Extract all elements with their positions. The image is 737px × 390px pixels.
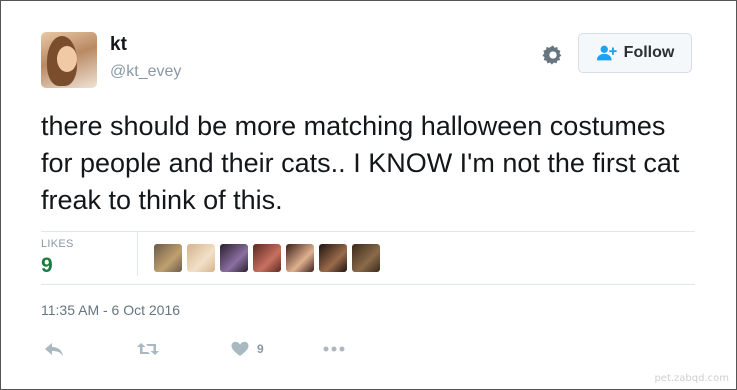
liker-avatar[interactable] bbox=[154, 244, 182, 272]
retweet-button[interactable] bbox=[136, 338, 160, 360]
divider bbox=[41, 284, 695, 285]
more-button[interactable] bbox=[323, 338, 345, 360]
watermark: pet.zabqd.com bbox=[654, 373, 729, 384]
stats-divider bbox=[137, 232, 138, 276]
more-icon bbox=[323, 346, 345, 352]
timestamp[interactable]: 11:35 AM - 6 Oct 2016 bbox=[41, 302, 180, 318]
follow-label: Follow bbox=[623, 44, 675, 61]
divider bbox=[41, 231, 695, 232]
liker-avatar[interactable] bbox=[319, 244, 347, 272]
likes-count[interactable]: 9 bbox=[41, 254, 53, 278]
avatar[interactable] bbox=[41, 32, 97, 88]
liker-avatar[interactable] bbox=[286, 244, 314, 272]
display-name[interactable]: kt bbox=[110, 34, 127, 56]
like-count: 9 bbox=[257, 342, 264, 356]
user-handle[interactable]: @kt_evey bbox=[110, 63, 181, 81]
liker-avatar[interactable] bbox=[253, 244, 281, 272]
heart-icon bbox=[231, 341, 249, 356]
reply-button[interactable] bbox=[44, 338, 64, 360]
reply-icon bbox=[45, 343, 63, 356]
follow-button[interactable]: Follow bbox=[578, 33, 692, 73]
like-button[interactable]: 9 bbox=[231, 338, 264, 360]
follow-person-icon bbox=[596, 45, 617, 61]
tweet-text: there should be more matching halloween … bbox=[41, 111, 680, 215]
liker-avatar[interactable] bbox=[220, 244, 248, 272]
likers-list bbox=[154, 244, 380, 272]
liker-avatar[interactable] bbox=[352, 244, 380, 272]
avatar-face bbox=[57, 46, 77, 72]
retweet-icon bbox=[137, 343, 159, 355]
liker-avatar[interactable] bbox=[187, 244, 215, 272]
likes-label[interactable]: LIKES bbox=[41, 238, 74, 250]
gear-icon[interactable] bbox=[542, 44, 564, 66]
action-bar: 9 bbox=[0, 338, 737, 362]
